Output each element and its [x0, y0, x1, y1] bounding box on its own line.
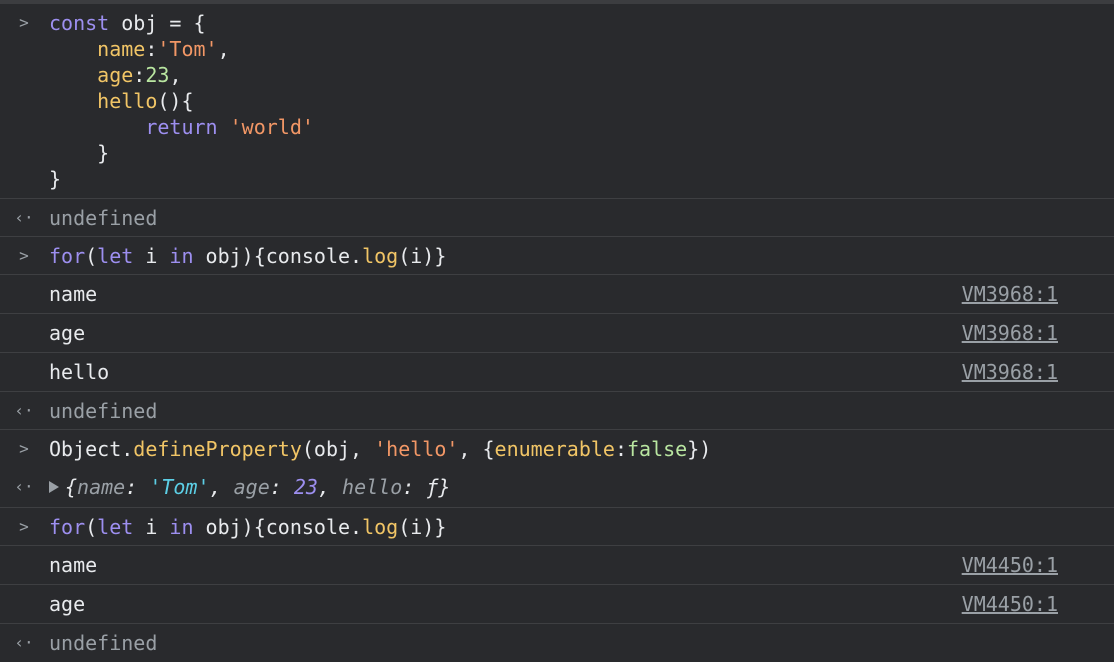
result-value: undefined [49, 206, 158, 230]
log-message: age [49, 321, 86, 345]
console-input-entry[interactable]: > Object.defineProperty(obj, 'hello', {e… [0, 430, 1114, 468]
console-result-entry[interactable]: ‹· {name: 'Tom', age: 23, hello: ƒ} [0, 468, 1114, 508]
console-log-entry: age VM3968:1 [0, 314, 1114, 353]
code-line: for(let i in obj){console.log(i)} [49, 244, 447, 268]
log-message: age [49, 592, 86, 616]
return-arrow-icon: ‹· [14, 477, 34, 496]
console-input-entry[interactable]: > for(let i in obj){console.log(i)} [0, 237, 1114, 275]
source-link[interactable]: VM4450:1 [962, 591, 1058, 617]
result-value: undefined [49, 399, 158, 423]
console-log-entry: hello VM3968:1 [0, 353, 1114, 392]
code-line: for(let i in obj){console.log(i)} [49, 515, 447, 539]
result-value: undefined [49, 631, 158, 655]
console-result-entry: ‹· undefined [0, 624, 1114, 662]
source-link[interactable]: VM4450:1 [962, 552, 1058, 578]
console-input-entry[interactable]: > const obj = { name:'Tom', age:23, hell… [0, 4, 1114, 199]
source-link[interactable]: VM3968:1 [962, 359, 1058, 385]
code-block: const obj = { name:'Tom', age:23, hello(… [49, 11, 314, 191]
log-message: name [49, 553, 98, 577]
source-link[interactable]: VM3968:1 [962, 281, 1058, 307]
chevron-right-icon: > [19, 13, 29, 32]
source-link[interactable]: VM3968:1 [962, 320, 1058, 346]
log-message: hello [49, 360, 110, 384]
console-result-entry: ‹· undefined [0, 392, 1114, 430]
return-arrow-icon: ‹· [14, 208, 34, 227]
return-arrow-icon: ‹· [14, 401, 34, 420]
chevron-right-icon: > [19, 439, 29, 458]
console-result-entry: ‹· undefined [0, 199, 1114, 237]
object-preview[interactable]: {name: 'Tom', age: 23, hello: ƒ} [49, 474, 450, 500]
console-log-entry: age VM4450:1 [0, 585, 1114, 624]
console-input-entry[interactable]: > for(let i in obj){console.log(i)} [0, 508, 1114, 546]
console-log-entry: name VM4450:1 [0, 546, 1114, 585]
return-arrow-icon: ‹· [14, 633, 34, 652]
log-message: name [49, 282, 98, 306]
code-line: Object.defineProperty(obj, 'hello', {enu… [49, 437, 712, 461]
chevron-right-icon: > [19, 517, 29, 536]
chevron-right-icon: > [19, 246, 29, 265]
devtools-console: > const obj = { name:'Tom', age:23, hell… [0, 0, 1114, 655]
triangle-right-icon[interactable] [49, 481, 59, 493]
console-log-entry: name VM3968:1 [0, 275, 1114, 314]
